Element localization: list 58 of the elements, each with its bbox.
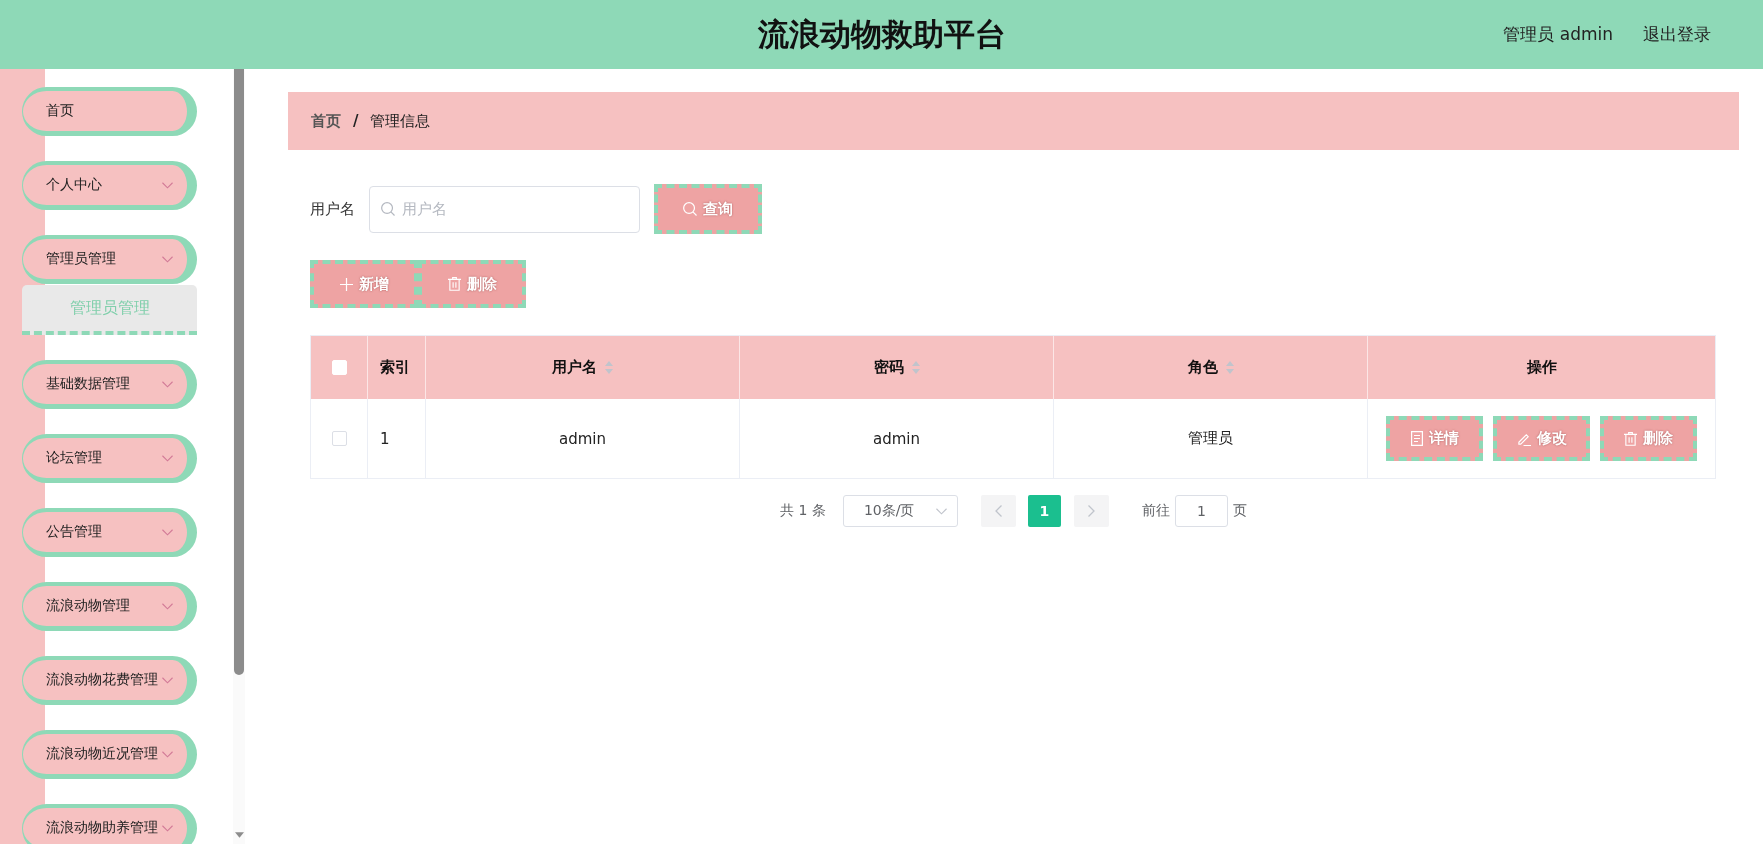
page-number-field[interactable]: 1 [1174, 495, 1228, 527]
select-all-checkbox[interactable] [331, 360, 347, 375]
chevron-left-icon [994, 505, 1002, 517]
goto-label: 前往 [1141, 502, 1170, 520]
table-cell: 管理员 [1054, 399, 1368, 478]
sidebar-item[interactable]: 流浪动物助养管理 [22, 804, 197, 844]
breadcrumb-separator: / [353, 112, 359, 130]
sidebar-item[interactable]: 首页 [22, 87, 197, 136]
column-header: 密码 [873, 358, 904, 377]
sidebar-item[interactable]: 流浪动物近况管理 [22, 730, 197, 779]
user-name: 管理员 admin [1503, 23, 1613, 46]
sidebar-item[interactable]: 个人中心 [22, 161, 197, 210]
trash-icon [447, 277, 461, 291]
breadcrumb-current: 管理信息 [370, 111, 431, 131]
scrollbar-thumb[interactable] [234, 69, 244, 675]
column-header: 用户名 [552, 358, 597, 377]
chevron-down-icon [162, 181, 173, 189]
breadcrumb-link[interactable]: 首页 [311, 111, 341, 131]
site-title: 流浪动物救助平台 [757, 14, 1006, 54]
field-label: 用户名 [310, 199, 355, 219]
chevron-down-icon [162, 454, 173, 462]
row-checkbox[interactable] [331, 431, 347, 446]
total-count: 共 1 条 [780, 502, 826, 520]
chevron-down-icon [162, 676, 173, 684]
page-unit-label: 页 [1232, 502, 1247, 520]
chevron-down-icon [162, 824, 173, 832]
sort-icon[interactable] [911, 361, 920, 374]
chevron-right-icon [1087, 505, 1095, 517]
sidebar-item[interactable]: 流浪动物管理 [22, 582, 197, 631]
chevron-down-icon [162, 380, 173, 388]
chevron-down-icon [162, 255, 173, 263]
chevron-down-icon [162, 750, 173, 758]
column-header: 索引 [380, 358, 410, 377]
document-icon [1410, 431, 1423, 446]
trash-icon [1624, 431, 1637, 446]
search-icon [381, 201, 395, 216]
column-header: 操作 [1526, 358, 1557, 377]
chevron-down-icon [162, 528, 173, 536]
sidebar-item[interactable]: 管理员管理 [22, 235, 197, 284]
table-cell: admin [740, 399, 1054, 478]
column-header: 角色 [1187, 358, 1218, 377]
chevron-down-icon [935, 507, 947, 515]
search-field[interactable]: 用户名 [369, 185, 640, 233]
page-size-select[interactable]: 10条/页 [842, 495, 958, 527]
logout-link[interactable]: 退出登录 [1643, 23, 1711, 46]
sidebar-item[interactable]: 公告管理 [22, 508, 197, 557]
search-icon [683, 202, 697, 216]
table-cell: admin [426, 399, 740, 478]
plus-icon [339, 277, 353, 291]
table-cell: 1 [368, 399, 426, 478]
chevron-down-icon [162, 602, 173, 610]
sidebar-item[interactable]: 论坛管理 [22, 434, 197, 483]
sidebar-item[interactable]: 基础数据管理 [22, 360, 197, 409]
pencil-icon [1516, 431, 1531, 446]
sort-icon[interactable] [1225, 361, 1234, 374]
scroll-down-arrow-icon[interactable] [234, 832, 244, 838]
sidebar-item[interactable]: 流浪动物花费管理 [22, 656, 197, 705]
sort-icon[interactable] [605, 361, 613, 374]
